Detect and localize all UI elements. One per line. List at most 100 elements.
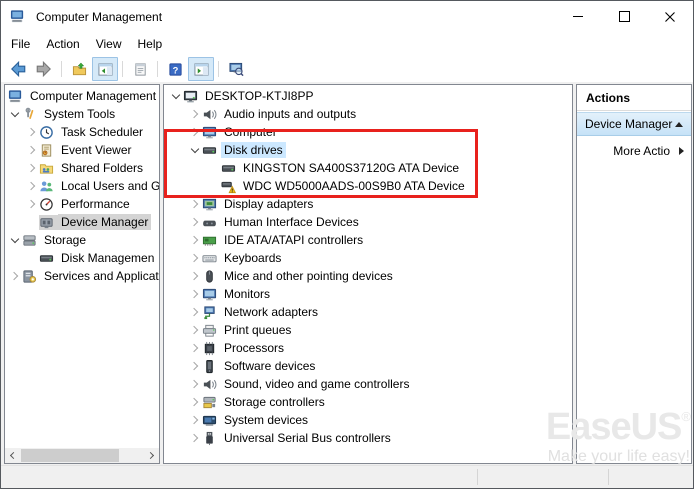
- usb-icon: [202, 431, 221, 446]
- action-pane-toggle-button[interactable]: [188, 57, 214, 81]
- tree-item-computer[interactable]: Computer: [164, 123, 572, 141]
- collapsed-chevron-icon[interactable]: [187, 249, 202, 267]
- expanded-chevron-icon[interactable]: [168, 87, 183, 105]
- performance-icon: [39, 197, 58, 212]
- tree-item-network-adapters[interactable]: Network adapters: [164, 303, 572, 321]
- menu-help[interactable]: Help: [130, 34, 171, 54]
- tree-item-storage[interactable]: Storage: [5, 231, 159, 249]
- scrollbar-thumb[interactable]: [21, 449, 119, 462]
- tree-item-audio-inputs-and-outputs[interactable]: Audio inputs and outputs: [164, 105, 572, 123]
- tree-item-keyboards[interactable]: Keyboards: [164, 249, 572, 267]
- collapsed-chevron-icon[interactable]: [187, 303, 202, 321]
- arrow-right-icon: [35, 60, 53, 78]
- tree-item-device-manager[interactable]: Device Manager: [5, 213, 159, 231]
- system-tools-icon: [22, 107, 41, 122]
- actions-group-device-manager[interactable]: Device Manager: [577, 112, 691, 136]
- menu-action[interactable]: Action: [38, 34, 87, 54]
- console-tree-toggle-button[interactable]: [92, 57, 118, 81]
- expanded-chevron-icon[interactable]: [187, 141, 202, 159]
- collapsed-chevron-icon[interactable]: [187, 105, 202, 123]
- tree-item-ide-ata-atapi-controllers[interactable]: IDE ATA/ATAPI controllers: [164, 231, 572, 249]
- scroll-right-arrow-icon[interactable]: [144, 448, 159, 463]
- console-tree: Computer ManagementSystem ToolsTask Sche…: [5, 85, 159, 285]
- expanded-chevron-icon[interactable]: [7, 105, 22, 123]
- collapsed-chevron-icon[interactable]: [24, 159, 39, 177]
- tree-item-storage-controllers[interactable]: Storage controllers: [164, 393, 572, 411]
- collapsed-chevron-icon[interactable]: [187, 195, 202, 213]
- tree-item-label: Audio inputs and outputs: [221, 106, 359, 122]
- titlebar: Computer Management: [1, 1, 693, 32]
- printer-icon: [202, 323, 221, 338]
- minimize-button[interactable]: [555, 1, 601, 32]
- disk-icon: [221, 161, 240, 176]
- collapsed-chevron-icon[interactable]: [187, 375, 202, 393]
- forward-button[interactable]: [31, 57, 57, 81]
- tree-item-human-interface-devices[interactable]: Human Interface Devices: [164, 213, 572, 231]
- collapsed-chevron-icon[interactable]: [187, 339, 202, 357]
- tree-item-kingston-sa400s37120g-ata-device[interactable]: KINGSTON SA400S37120G ATA Device: [164, 159, 572, 177]
- collapsed-chevron-icon[interactable]: [187, 411, 202, 429]
- collapsed-chevron-icon[interactable]: [7, 267, 22, 285]
- collapsed-chevron-icon[interactable]: [24, 177, 39, 195]
- tree-item-wdc-wd5000aads-00s9b0-ata-device[interactable]: WDC WD5000AADS-00S9B0 ATA Device: [164, 177, 572, 195]
- horizontal-scrollbar[interactable]: [5, 448, 159, 463]
- collapsed-chevron-icon[interactable]: [187, 231, 202, 249]
- collapsed-chevron-icon[interactable]: [187, 321, 202, 339]
- collapse-arrow-icon[interactable]: [675, 122, 683, 127]
- menu-file[interactable]: File: [3, 34, 38, 54]
- help-button[interactable]: ?: [162, 57, 188, 81]
- tree-item-disk-drives[interactable]: Disk drives: [164, 141, 572, 159]
- tree-item-mice-and-other-pointing-devices[interactable]: Mice and other pointing devices: [164, 267, 572, 285]
- collapsed-chevron-icon[interactable]: [24, 123, 39, 141]
- properties-button[interactable]: [127, 57, 153, 81]
- tree-item-universal-serial-bus-controllers[interactable]: Universal Serial Bus controllers: [164, 429, 572, 447]
- tree-item-shared-folders[interactable]: Shared Folders: [5, 159, 159, 177]
- collapsed-chevron-icon[interactable]: [187, 285, 202, 303]
- tree-item-event-viewer[interactable]: Event Viewer: [5, 141, 159, 159]
- collapsed-chevron-icon[interactable]: [187, 213, 202, 231]
- tree-item-performance[interactable]: Performance: [5, 195, 159, 213]
- collapsed-chevron-icon[interactable]: [187, 393, 202, 411]
- scroll-left-arrow-icon[interactable]: [5, 448, 20, 463]
- collapsed-chevron-icon[interactable]: [187, 123, 202, 141]
- collapsed-chevron-icon[interactable]: [187, 429, 202, 447]
- network-icon: [202, 305, 221, 320]
- tree-item-local-users-and-g[interactable]: Local Users and G: [5, 177, 159, 195]
- scan-hardware-button[interactable]: [223, 57, 249, 81]
- collapsed-chevron-icon[interactable]: [24, 141, 39, 159]
- tree-item-display-adapters[interactable]: Display adapters: [164, 195, 572, 213]
- tree-item-sound-video-and-game-controllers[interactable]: Sound, video and game controllers: [164, 375, 572, 393]
- doc-icon: [133, 62, 148, 77]
- tree-item-computer-management[interactable]: Computer Management: [5, 87, 159, 105]
- submenu-arrow-icon: [679, 147, 684, 155]
- toolbar-separator: [122, 61, 123, 77]
- tree-item-system-devices[interactable]: System devices: [164, 411, 572, 429]
- menu-view[interactable]: View: [88, 34, 130, 54]
- tree-item-label: WDC WD5000AADS-00S9B0 ATA Device: [240, 178, 468, 194]
- twisty-spacer: [206, 177, 221, 195]
- collapsed-chevron-icon[interactable]: [187, 267, 202, 285]
- tree-item-task-scheduler[interactable]: Task Scheduler: [5, 123, 159, 141]
- collapsed-chevron-icon[interactable]: [24, 195, 39, 213]
- twisty-spacer: [24, 213, 39, 231]
- collapsed-chevron-icon[interactable]: [187, 357, 202, 375]
- back-button[interactable]: [5, 57, 31, 81]
- maximize-button[interactable]: [601, 1, 647, 32]
- tree-item-processors[interactable]: Processors: [164, 339, 572, 357]
- tree-item-services-and-applicat[interactable]: Services and Applicat: [5, 267, 159, 285]
- up-level-folder-button[interactable]: [66, 57, 92, 81]
- maximize-icon: [619, 11, 630, 22]
- tree-item-monitors[interactable]: Monitors: [164, 285, 572, 303]
- tree-item-desktop-ktji8pp[interactable]: DESKTOP-KTJI8PP: [164, 87, 572, 105]
- tree-item-system-tools[interactable]: System Tools: [5, 105, 159, 123]
- more-actions-label: More Actio: [613, 144, 670, 158]
- tree-item-label: Task Scheduler: [58, 124, 146, 140]
- tree-item-software-devices[interactable]: Software devices: [164, 357, 572, 375]
- tree-item-disk-managemen[interactable]: Disk Managemen: [5, 249, 159, 267]
- close-button[interactable]: [647, 1, 693, 32]
- more-actions-item[interactable]: More Actio: [577, 141, 691, 161]
- tree-item-print-queues[interactable]: Print queues: [164, 321, 572, 339]
- tree-item-label: DESKTOP-KTJI8PP: [202, 88, 316, 104]
- toolbar: ?: [1, 56, 693, 83]
- expanded-chevron-icon[interactable]: [7, 231, 22, 249]
